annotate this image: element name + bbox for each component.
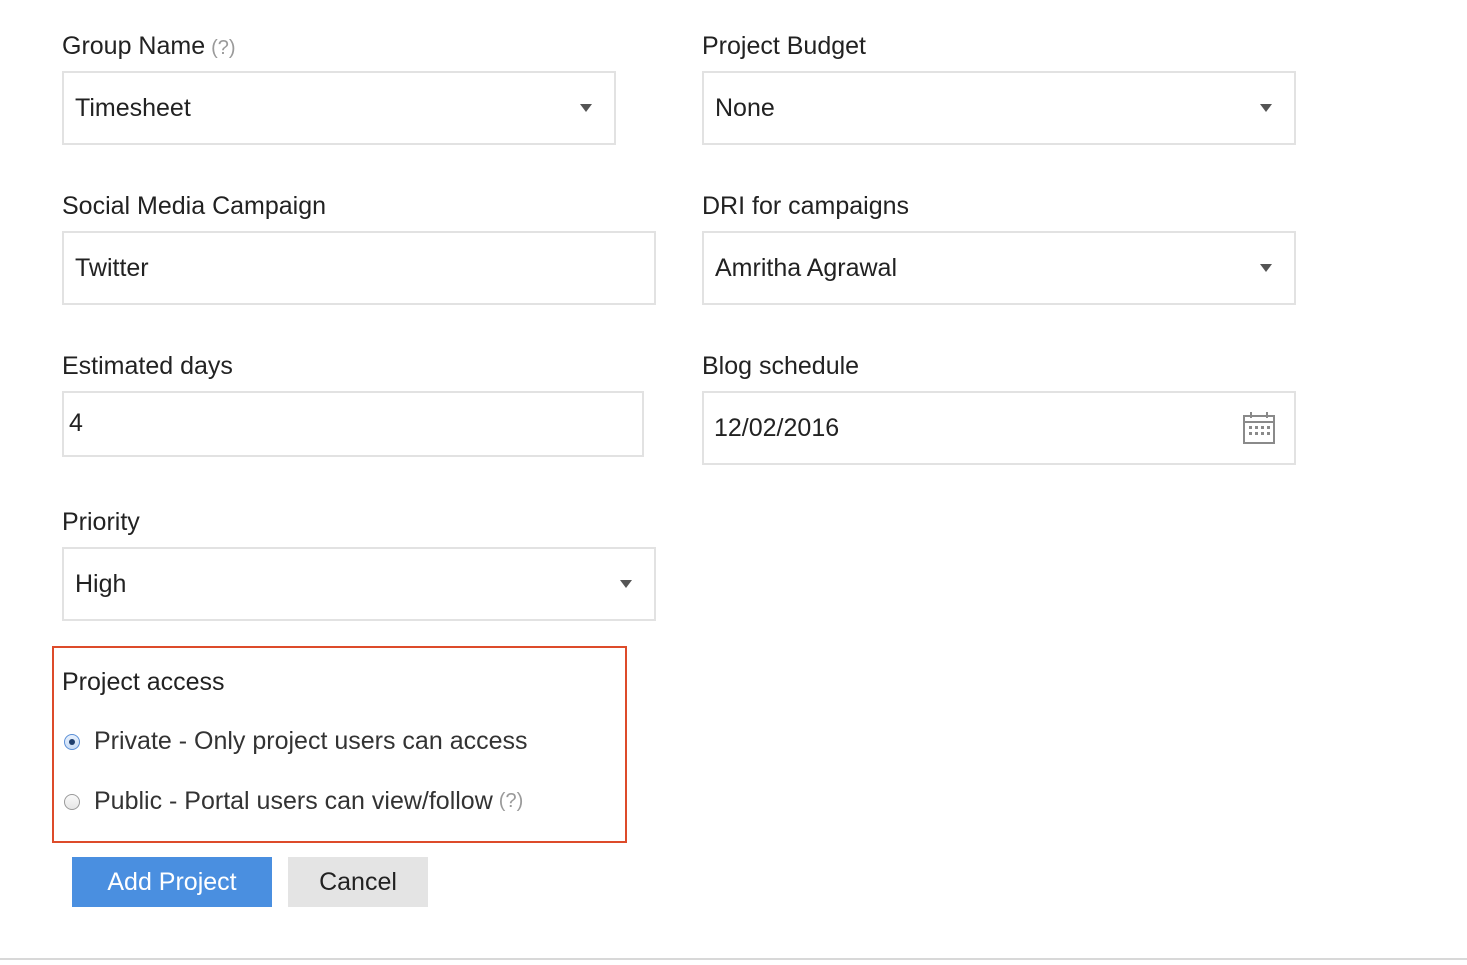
public-radio[interactable] xyxy=(64,793,80,810)
group-name-label: Group Name (?) xyxy=(62,32,236,60)
social-media-campaign-label: Social Media Campaign xyxy=(62,192,327,220)
estimated-days-value: 4 xyxy=(69,409,83,437)
group-name-help-icon[interactable]: (?) xyxy=(211,37,235,59)
chevron-down-icon xyxy=(1260,104,1272,112)
project-budget-value: None xyxy=(715,93,775,122)
private-option-label: Private - Only project users can access xyxy=(94,727,528,755)
calendar-icon[interactable] xyxy=(1242,411,1276,445)
dri-for-campaigns-select[interactable]: Amritha Agrawal xyxy=(702,231,1296,305)
chevron-down-icon xyxy=(1260,264,1272,272)
blog-schedule-label: Blog schedule xyxy=(702,352,860,380)
public-option-label: Public - Portal users can view/follow xyxy=(94,787,493,815)
private-radio[interactable] xyxy=(64,733,80,750)
group-name-value: Timesheet xyxy=(75,93,191,122)
blog-schedule-date-input[interactable]: 12/02/2016 xyxy=(702,391,1296,465)
access-option-private[interactable]: Private - Only project users can access xyxy=(64,727,528,756)
access-option-public[interactable]: Public - Portal users can view/follow (?… xyxy=(64,787,523,816)
project-budget-label: Project Budget xyxy=(702,32,866,60)
chevron-down-icon xyxy=(620,580,632,588)
add-project-button[interactable]: Add Project xyxy=(72,857,272,907)
cancel-button[interactable]: Cancel xyxy=(288,857,428,907)
project-access-label: Project access xyxy=(62,668,225,696)
dri-for-campaigns-label: DRI for campaigns xyxy=(702,192,910,220)
estimated-days-label: Estimated days xyxy=(62,352,233,380)
blog-schedule-value: 12/02/2016 xyxy=(714,413,840,442)
project-budget-select[interactable]: None xyxy=(702,71,1296,145)
bottom-divider xyxy=(0,958,1467,960)
social-media-campaign-input[interactable]: Twitter xyxy=(62,231,656,305)
priority-label: Priority xyxy=(62,508,140,536)
social-media-campaign-value: Twitter xyxy=(75,253,149,282)
priority-value: High xyxy=(75,569,127,598)
public-help-icon[interactable]: (?) xyxy=(499,790,523,813)
group-name-select[interactable]: Timesheet xyxy=(62,71,616,145)
chevron-down-icon xyxy=(580,104,592,112)
priority-select[interactable]: High xyxy=(62,547,656,621)
estimated-days-input[interactable]: 4 xyxy=(62,391,644,457)
dri-for-campaigns-value: Amritha Agrawal xyxy=(715,253,898,282)
